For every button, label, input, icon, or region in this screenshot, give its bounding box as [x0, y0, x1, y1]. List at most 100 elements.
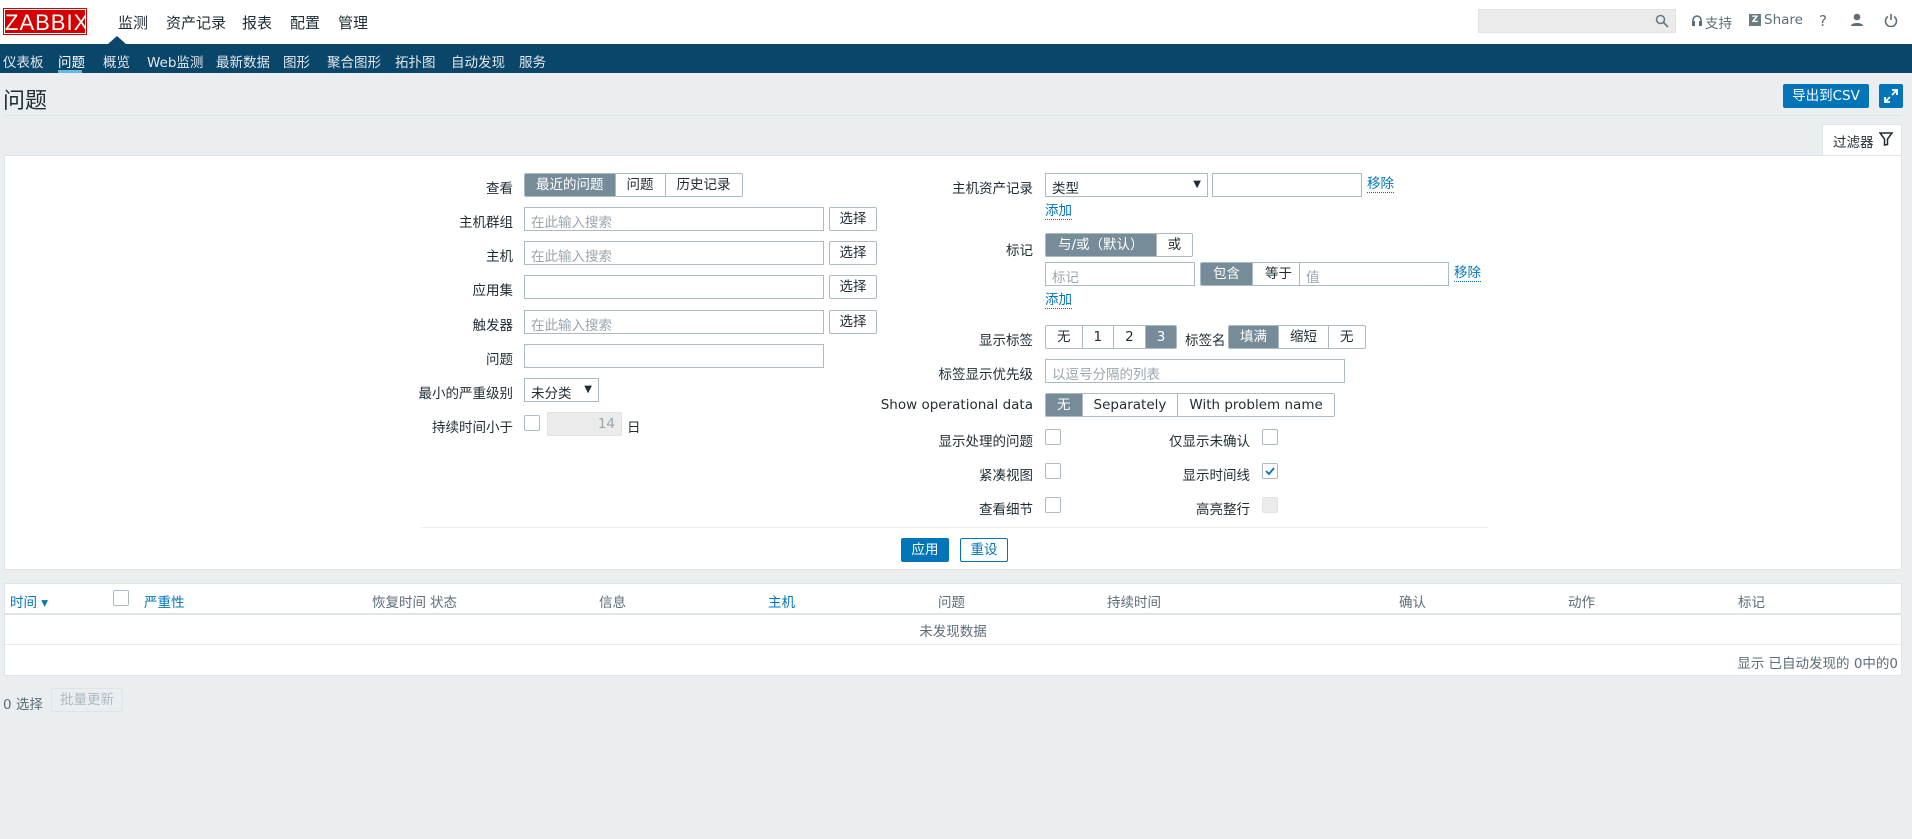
highlight-row-label: 高亮整行 — [1196, 502, 1250, 518]
hostgroup-label: 主机群组 — [459, 215, 513, 231]
nav-maps[interactable]: 拓扑图 — [395, 51, 436, 71]
nav-active-underline — [58, 70, 82, 73]
show-tags-3[interactable]: 3 — [1145, 326, 1177, 348]
hostgroup-input[interactable]: 在此输入搜索 — [524, 207, 824, 231]
unack-only-checkbox[interactable] — [1262, 429, 1278, 445]
tags-or[interactable]: 或 — [1156, 234, 1193, 256]
show-tags-label: 显示标签 — [979, 333, 1033, 349]
menu-inventory[interactable]: 资产记录 — [166, 12, 226, 33]
menu-administration[interactable]: 管理 — [338, 12, 368, 33]
global-search-input[interactable] — [1478, 9, 1676, 33]
show-tags-2[interactable]: 2 — [1114, 326, 1146, 348]
zabbix-logo[interactable]: ZABBIX — [3, 8, 88, 35]
select-all-checkbox[interactable] — [113, 590, 129, 606]
application-input[interactable] — [524, 275, 824, 299]
filter-divider — [421, 527, 1488, 528]
host-select-button[interactable]: 选择 — [829, 241, 877, 265]
tag-name-short[interactable]: 缩短 — [1279, 326, 1329, 348]
tag-name-input[interactable]: 标记 — [1045, 262, 1195, 286]
nav-latest-data[interactable]: 最新数据 — [216, 51, 270, 71]
col-problem[interactable]: 问题 — [938, 591, 965, 611]
host-input[interactable]: 在此输入搜索 — [524, 241, 824, 265]
unack-only-label: 仅显示未确认 — [1169, 434, 1250, 450]
reset-button[interactable]: 重设 — [960, 538, 1008, 562]
tag-value-input[interactable]: 值 — [1299, 262, 1449, 286]
opdata-with-name[interactable]: With problem name — [1178, 394, 1334, 416]
nav-dashboard[interactable]: 仪表板 — [3, 51, 44, 71]
age-checkbox[interactable] — [524, 415, 540, 431]
table-stats: 显示 已自动发现的 0中的0 — [1737, 656, 1898, 672]
compact-view-checkbox[interactable] — [1045, 463, 1061, 479]
no-data-message: 未发现数据 — [919, 624, 987, 640]
nav-problems[interactable]: 问题 — [58, 51, 85, 71]
tag-add-link[interactable]: 添加 — [1045, 292, 1072, 309]
problem-input[interactable] — [524, 344, 824, 368]
filter-tab[interactable]: 过滤器 — [1822, 124, 1902, 156]
funnel-icon — [1879, 132, 1893, 146]
show-tags-1[interactable]: 1 — [1082, 326, 1115, 348]
nav-overview[interactable]: 概览 — [103, 51, 130, 71]
share-link[interactable]: Share — [1764, 12, 1803, 28]
inventory-add-link[interactable]: 添加 — [1045, 203, 1072, 220]
inventory-value-input[interactable] — [1212, 173, 1362, 197]
opdata-separately[interactable]: Separately — [1082, 394, 1179, 416]
nav-services[interactable]: 服务 — [519, 51, 546, 71]
nav-web[interactable]: Web监测 — [147, 51, 203, 71]
help-link[interactable]: ? — [1819, 12, 1827, 30]
view-history[interactable]: 历史记录 — [665, 174, 742, 196]
col-actions: 动作 — [1568, 595, 1595, 611]
mass-update-button[interactable]: 批量更新 — [51, 688, 123, 712]
tag-priority-input[interactable]: 以逗号分隔的列表 — [1045, 359, 1345, 383]
zabbix-share-icon: Z — [1749, 14, 1761, 26]
host-label: 主机 — [486, 249, 513, 265]
tags-label: 标记 — [1006, 243, 1033, 259]
tags-and-or[interactable]: 与/或（默认） — [1046, 234, 1157, 256]
nav-graphs[interactable]: 图形 — [283, 51, 310, 71]
show-details-checkbox[interactable] — [1045, 497, 1061, 513]
nav-screens[interactable]: 聚合图形 — [327, 51, 381, 71]
checkmark-icon — [1265, 467, 1275, 476]
inventory-remove-link[interactable]: 移除 — [1367, 176, 1394, 193]
menu-monitoring[interactable]: 监测 — [118, 12, 148, 33]
tag-name-full[interactable]: 填满 — [1229, 326, 1279, 348]
show-suppressed-checkbox[interactable] — [1045, 429, 1061, 445]
tag-remove-link[interactable]: 移除 — [1454, 265, 1481, 282]
tag-name-none[interactable]: 无 — [1329, 326, 1365, 348]
col-time[interactable]: 时间 ▾ — [10, 591, 48, 611]
view-problems[interactable]: 问题 — [615, 174, 666, 196]
nav-discovery[interactable]: 自动发现 — [451, 51, 505, 71]
fullscreen-button[interactable] — [1879, 84, 1903, 108]
show-tags-none[interactable]: 无 — [1046, 326, 1083, 348]
dropdown-arrow-icon: ▼ — [1193, 179, 1201, 190]
age-days-input[interactable]: 14 — [547, 412, 622, 436]
apply-button[interactable]: 应用 — [901, 538, 949, 562]
menu-configuration[interactable]: 配置 — [290, 12, 320, 33]
age-label: 持续时间小于 — [432, 420, 513, 436]
user-profile-icon[interactable] — [1850, 13, 1864, 27]
hostgroup-select-button[interactable]: 选择 — [829, 207, 877, 231]
severity-select[interactable]: 未分类 ▼ — [524, 378, 599, 402]
menu-reports[interactable]: 报表 — [242, 12, 272, 33]
trigger-select-button[interactable]: 选择 — [829, 310, 877, 334]
tag-operator-segment: 包含 等于 — [1200, 262, 1305, 286]
trigger-input[interactable]: 在此输入搜索 — [524, 310, 824, 334]
col-host[interactable]: 主机 — [768, 591, 795, 611]
col-severity[interactable]: 严重性 — [144, 591, 185, 611]
view-recent-problems[interactable]: 最近的问题 — [525, 174, 616, 196]
support-link[interactable]: 支持 — [1705, 12, 1732, 32]
severity-label: 最小的严重级别 — [418, 386, 514, 402]
tag-op-equals[interactable]: 等于 — [1253, 263, 1304, 285]
title-divider — [4, 115, 1902, 116]
opdata-none[interactable]: 无 — [1046, 394, 1083, 416]
trigger-label: 触发器 — [472, 318, 514, 334]
inventory-field-select[interactable]: 类型 ▼ — [1045, 173, 1208, 197]
sign-out-icon[interactable] — [1884, 13, 1898, 27]
fullscreen-icon — [1884, 89, 1898, 103]
application-select-button[interactable]: 选择 — [829, 275, 877, 299]
show-timeline-checkbox[interactable] — [1262, 463, 1278, 479]
highlight-row-checkbox[interactable] — [1262, 497, 1278, 513]
row-divider — [5, 644, 1901, 645]
tag-op-contains[interactable]: 包含 — [1201, 263, 1253, 285]
severity-value: 未分类 — [531, 386, 572, 402]
export-csv-button[interactable]: 导出到CSV — [1783, 84, 1869, 108]
